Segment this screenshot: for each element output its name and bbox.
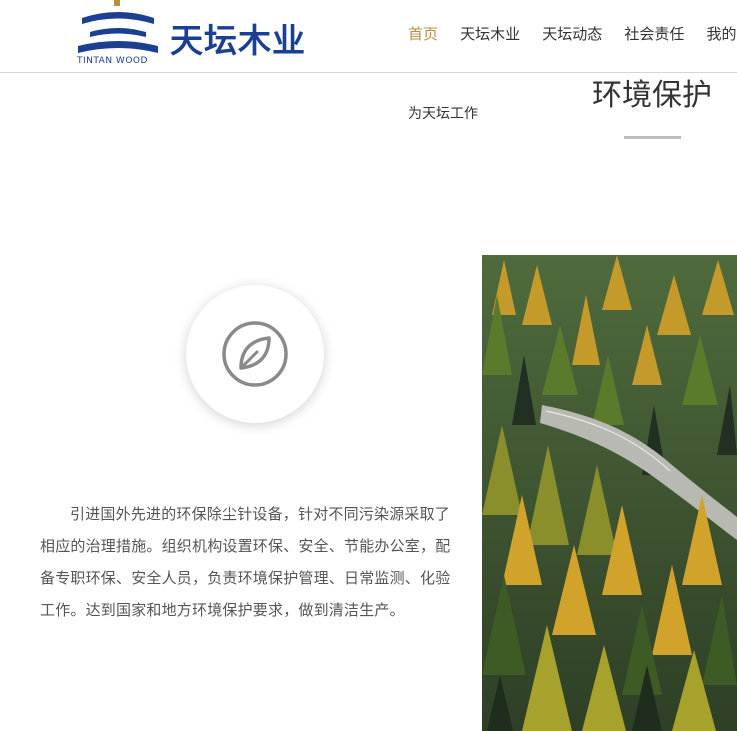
nav-item-news[interactable]: 天坛动态 — [542, 23, 602, 44]
site-header: 天坛木业 TINTAN WOOD 首页 天坛木业 天坛动态 社会责任 我的天坛 — [0, 0, 737, 73]
logo[interactable]: 天坛木业 TINTAN WOOD — [76, 0, 336, 70]
nav-item-responsibility[interactable]: 社会责任 — [624, 23, 684, 44]
nav-item-about[interactable]: 天坛木业 — [460, 23, 520, 44]
forest-image — [482, 255, 737, 731]
logo-subtext: TINTAN WOOD — [77, 56, 148, 66]
leaf-badge — [186, 285, 324, 423]
nav-item-my-tiantan[interactable]: 我的天坛 — [706, 23, 737, 44]
leaf-icon — [222, 321, 288, 387]
environment-description: 引进国外先进的环保除尘针设备，针对不同污染源采取了相应的治理措施。组织机构设置环… — [40, 505, 451, 619]
title-divider — [624, 136, 681, 139]
temple-logo-icon — [78, 0, 158, 53]
logo-text: 天坛木业 — [170, 21, 306, 60]
nav-item-home[interactable]: 首页 — [408, 23, 438, 44]
section-title: 环境保护 — [592, 78, 712, 113]
main-nav: 首页 天坛木业 天坛动态 社会责任 我的天坛 — [408, 23, 737, 43]
work-for-us-link[interactable]: 为天坛工作 — [408, 103, 478, 123]
